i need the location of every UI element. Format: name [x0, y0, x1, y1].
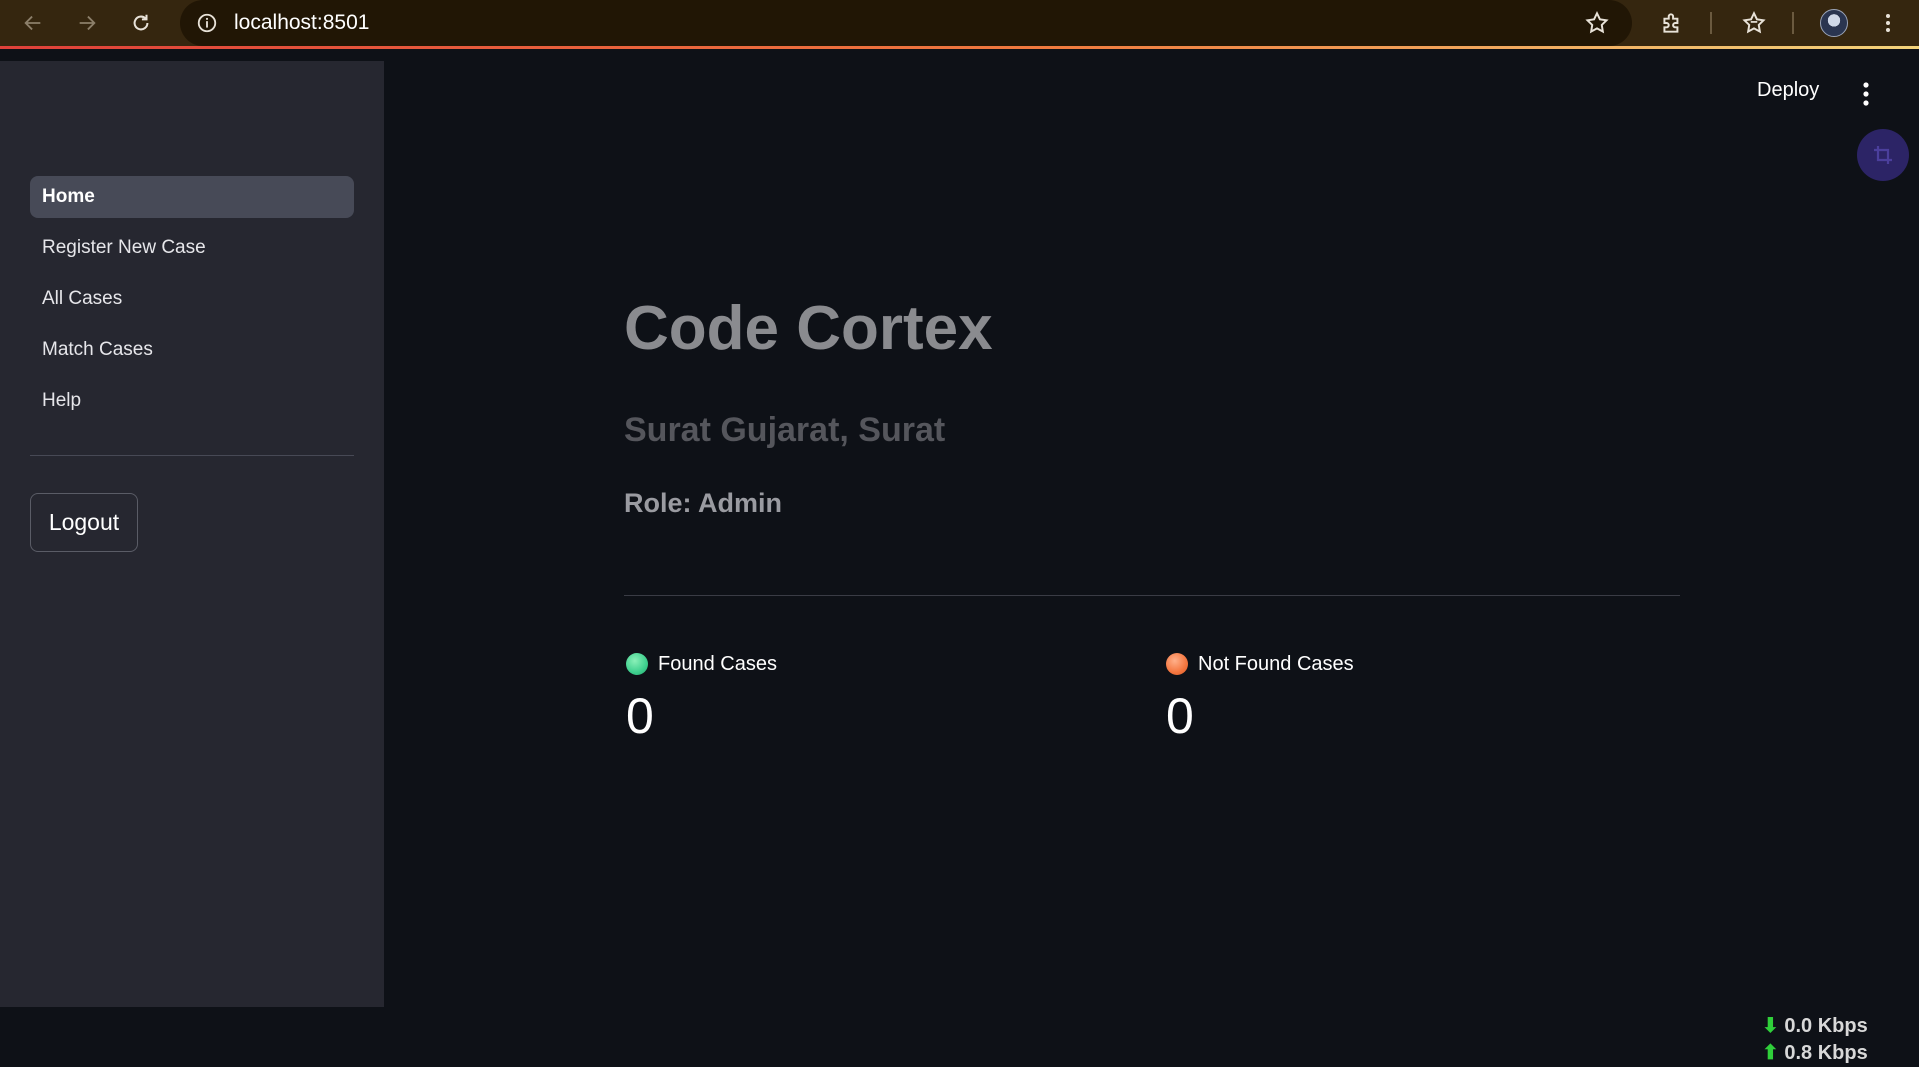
browser-toolbar: localhost:8501	[0, 0, 1919, 49]
sidebar-item-register-new-case[interactable]: Register New Case	[30, 227, 354, 269]
metric-not-found-cases: Not Found Cases 0	[1166, 649, 1354, 745]
bookmarks-button[interactable]	[1740, 9, 1768, 37]
sidebar: Home Register New Case All Cases Match C…	[0, 61, 384, 1007]
chrome-menu-icon	[1886, 14, 1890, 32]
bookmarks-icon	[1742, 11, 1766, 34]
metric-label: Found Cases	[658, 652, 777, 675]
sidebar-item-label: Match Cases	[42, 339, 153, 360]
upload-speed-value: 0.8 Kbps	[1784, 1042, 1868, 1064]
toolbar-separator	[1792, 12, 1794, 34]
back-arrow-icon	[24, 15, 41, 31]
up-arrow-icon: ⬆	[1762, 1042, 1779, 1064]
metric-label-row: Not Found Cases	[1166, 649, 1354, 679]
sidebar-item-label: Register New Case	[42, 237, 206, 258]
location-text: Surat Gujarat, Surat	[624, 411, 946, 449]
main-divider	[624, 595, 1680, 596]
forward-arrow-icon	[79, 15, 96, 31]
network-speed-overlay: ⬇ 0.0 Kbps ⬆ 0.8 Kbps	[1762, 1013, 1868, 1067]
sidebar-item-home[interactable]: Home	[30, 176, 354, 218]
sidebar-item-all-cases[interactable]: All Cases	[30, 278, 354, 320]
url-text[interactable]: localhost:8501	[234, 11, 369, 35]
logout-button[interactable]: Logout	[30, 493, 138, 552]
crop-icon	[1874, 146, 1892, 164]
bookmark-star-icon[interactable]	[1584, 10, 1610, 36]
page-title: Code Cortex	[624, 294, 993, 363]
toolbar-separator	[1710, 12, 1712, 34]
browser-accent-line	[0, 46, 1919, 49]
download-speed: ⬇ 0.0 Kbps	[1762, 1013, 1868, 1040]
metric-label-row: Found Cases	[626, 649, 777, 679]
role-text: Role: Admin	[624, 488, 782, 518]
download-speed-value: 0.0 Kbps	[1784, 1015, 1868, 1037]
reload-icon	[133, 14, 149, 31]
sidebar-item-label: Help	[42, 390, 82, 411]
extensions-icon	[1663, 13, 1679, 33]
reload-button[interactable]	[114, 0, 168, 46]
green-circle-icon	[626, 653, 648, 675]
metric-value: 0	[1166, 688, 1194, 744]
address-bar[interactable]: localhost:8501	[180, 0, 1632, 46]
sidebar-divider	[30, 455, 354, 456]
profile-avatar[interactable]	[1820, 9, 1848, 37]
chrome-menu-button[interactable]	[1874, 9, 1902, 37]
forward-button[interactable]	[60, 0, 114, 46]
metric-found-cases: Found Cases 0	[626, 649, 777, 745]
metric-label: Not Found Cases	[1198, 652, 1354, 675]
sidebar-item-label: All Cases	[42, 288, 123, 309]
main-content: Deploy Code Cortex Surat Gujarat, Surat …	[384, 61, 1919, 1064]
extensions-button[interactable]	[1658, 9, 1686, 37]
orange-circle-icon	[1166, 653, 1188, 675]
site-info-icon[interactable]	[194, 10, 220, 36]
sidebar-item-label: Home	[42, 186, 95, 207]
crop-button[interactable]	[1857, 129, 1909, 181]
metric-value: 0	[626, 688, 654, 744]
back-button[interactable]	[6, 0, 60, 46]
sidebar-item-help[interactable]: Help	[30, 380, 354, 422]
main-menu-icon[interactable]	[1861, 81, 1871, 107]
down-arrow-icon: ⬇	[1762, 1015, 1779, 1037]
sidebar-item-match-cases[interactable]: Match Cases	[30, 329, 354, 371]
upload-speed: ⬆ 0.8 Kbps	[1762, 1040, 1868, 1067]
deploy-button[interactable]: Deploy	[1757, 79, 1819, 102]
